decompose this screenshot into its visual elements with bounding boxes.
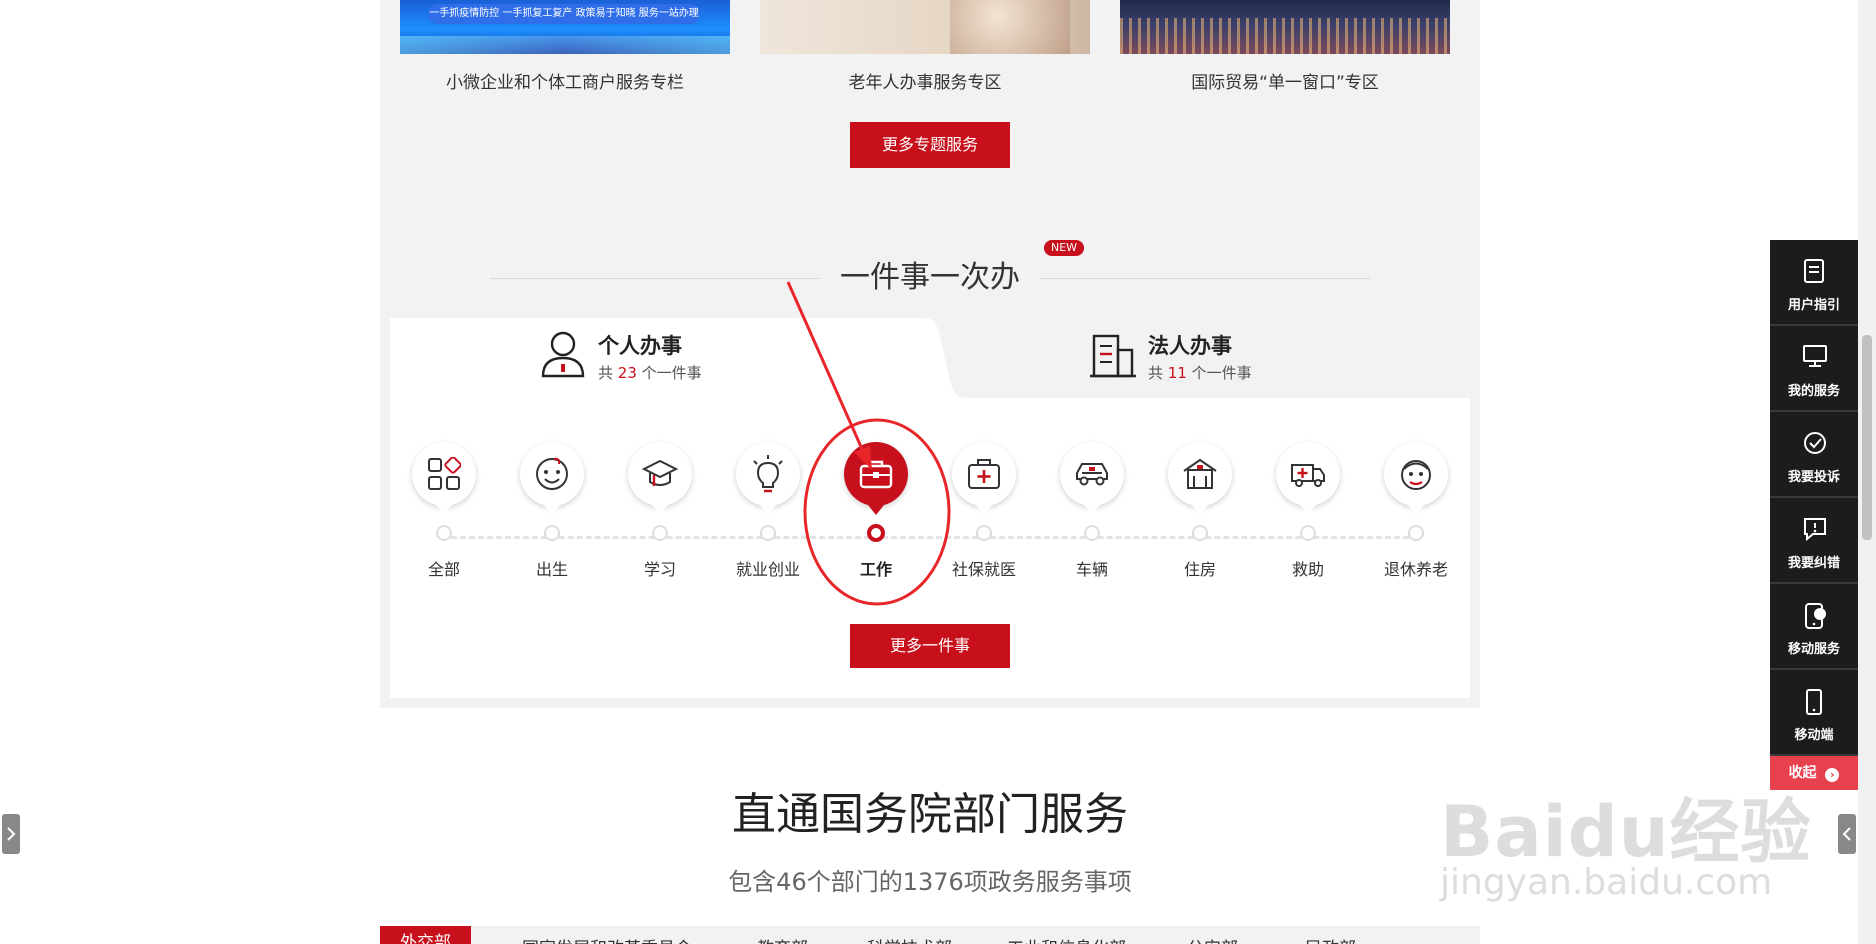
timeline-label-employment: 就业创业: [735, 560, 800, 579]
complaint-icon: [1804, 432, 1826, 454]
timeline-label-retirement: 退休养老: [1383, 560, 1448, 579]
sidebar-label: 我要投诉: [1787, 470, 1840, 485]
car-icon: [1060, 442, 1124, 515]
phone-icon: [1806, 689, 1822, 715]
briefcase-icon: [844, 442, 908, 515]
elderly-photo: [950, 0, 1070, 54]
grid-icon: [412, 442, 476, 515]
dept-tab-5[interactable]: 公安部: [1187, 934, 1238, 944]
tab-personal[interactable]: 个人办事 共 23 个一件事: [540, 328, 740, 388]
timeline-dot: [976, 525, 992, 541]
chevron-right-icon: [7, 827, 16, 841]
timeline-label-relief: 救助: [1291, 560, 1324, 579]
sidebar-item-user-guide[interactable]: 用户指引: [1770, 240, 1858, 326]
sidebar-label: 移动端: [1794, 728, 1834, 743]
banner-caption-trade[interactable]: 国际贸易“单一窗口”专区: [1120, 68, 1450, 93]
timeline-dot-active: [867, 524, 885, 542]
tab-corporate-title: 法人办事: [1148, 334, 1232, 358]
mobile-cloud-icon: [1805, 603, 1826, 629]
timeline-label-housing: 住房: [1183, 560, 1216, 579]
timeline-line: [442, 536, 1418, 539]
left-edge-arrow[interactable]: [2, 814, 20, 854]
tab-personal-title: 个人办事: [598, 334, 682, 358]
sidebar-item-mobile-app[interactable]: 移动端: [1770, 670, 1858, 756]
title-divider-right: [1040, 278, 1370, 279]
timeline-dot: [1300, 525, 1316, 541]
dept-tab-3[interactable]: 科学技术部: [867, 934, 952, 944]
sidebar-label: 移动服务: [1787, 642, 1840, 657]
tab-curve: [905, 318, 965, 398]
timeline-dot: [760, 525, 776, 541]
building-icon: [1090, 334, 1136, 378]
arrow-right-circle-icon: ›: [1825, 768, 1840, 782]
scrollbar-thumb[interactable]: [1862, 335, 1872, 540]
tab-corporate-count: 共 11 个一件事: [1148, 364, 1252, 382]
department-tabs: 外交部 国家发展和改革委员会 教育部 科学技术部 工业和信息化部 公安部 民政部: [380, 926, 1480, 944]
dept-tab-2[interactable]: 教育部: [757, 934, 808, 944]
banner-caption-small-business[interactable]: 小微企业和个体工商户服务专栏: [400, 68, 730, 93]
city-lights: [1120, 18, 1450, 54]
corporate-count-number: 11: [1167, 364, 1187, 382]
sidebar-item-mobile-services[interactable]: 移动服务: [1770, 584, 1858, 670]
timeline-dot: [1192, 525, 1208, 541]
timeline-dot: [1408, 525, 1424, 541]
timeline-label-study: 学习: [643, 560, 676, 579]
banner-elderly[interactable]: [760, 0, 1090, 54]
department-title: 直通国务院部门服务: [732, 789, 1128, 840]
personal-count-number: 23: [617, 364, 637, 382]
dept-tab-0[interactable]: 外交部: [380, 926, 471, 944]
tab-corporate-content[interactable]: 法人办事 共 11 个一件事: [1090, 328, 1290, 388]
sidebar-item-my-services[interactable]: 我的服务: [1770, 326, 1858, 412]
floating-sidebar: 用户指引 我的服务 我要投诉 我要纠错 移动服务 移动端 收起 ›: [1770, 240, 1858, 790]
error-report-icon: [1804, 518, 1826, 542]
dept-tab-1[interactable]: 国家发展和改革委员会: [522, 934, 692, 944]
tab-personal-count: 共 23 个一件事: [598, 364, 702, 382]
watermark-url: jingyan.baidu.com: [1440, 862, 1773, 903]
sidebar-label: 我要纠错: [1787, 556, 1840, 571]
more-special-services-button[interactable]: 更多专题服务: [850, 122, 1010, 168]
sidebar-item-error-report[interactable]: 我要纠错: [1770, 498, 1858, 584]
elderly-icon: [1384, 442, 1448, 515]
ambulance-icon: [1276, 442, 1340, 515]
person-icon: [541, 331, 585, 378]
dept-tab-6[interactable]: 民政部: [1305, 934, 1356, 944]
timeline-label-birth: 出生: [535, 560, 568, 579]
monitor-icon: [1803, 345, 1827, 367]
banner-small-business[interactable]: 一手抓疫情防控 一手抓复工复产 政策易于知晓 服务一站办理: [400, 0, 730, 54]
sidebar-item-complaint[interactable]: 我要投诉: [1770, 412, 1858, 498]
banner-strip: 一手抓疫情防控 一手抓复工复产 政策易于知晓 服务一站办理: [428, 4, 700, 24]
timeline-dot: [544, 525, 560, 541]
sidebar-label: 我的服务: [1787, 384, 1840, 399]
more-one-thing-button[interactable]: 更多一件事: [850, 624, 1010, 668]
banner-trade[interactable]: [1120, 0, 1450, 54]
baby-icon: [520, 442, 584, 515]
right-edge-arrow[interactable]: [1838, 814, 1856, 854]
timeline-dot: [652, 525, 668, 541]
medical-kit-icon: [952, 442, 1016, 515]
document-icon: [1804, 259, 1824, 283]
timeline-label-work: 工作: [859, 560, 892, 579]
department-subtitle: 包含46个部门的1376项政务服务事项: [728, 868, 1132, 896]
timeline-label-all: 全部: [427, 560, 460, 579]
lightbulb-icon: [736, 442, 800, 515]
banner-caption-elderly[interactable]: 老年人办事服务专区: [760, 68, 1090, 93]
banner-wave: [400, 36, 730, 54]
timeline-dot: [436, 525, 452, 541]
new-badge: NEW: [1044, 240, 1085, 256]
chevron-left-icon: [1842, 827, 1851, 841]
title-divider-left: [490, 278, 820, 279]
sidebar-label: 用户指引: [1787, 298, 1840, 313]
timeline-label-social-security: 社保就医: [951, 560, 1016, 579]
house-icon: [1168, 442, 1232, 515]
timeline-dot: [1084, 525, 1100, 541]
timeline-label-vehicle: 车辆: [1075, 560, 1108, 579]
dept-tab-4[interactable]: 工业和信息化部: [1007, 934, 1126, 944]
section-title: 一件事一次办: [840, 260, 1020, 295]
graduation-cap-icon: [628, 442, 692, 515]
